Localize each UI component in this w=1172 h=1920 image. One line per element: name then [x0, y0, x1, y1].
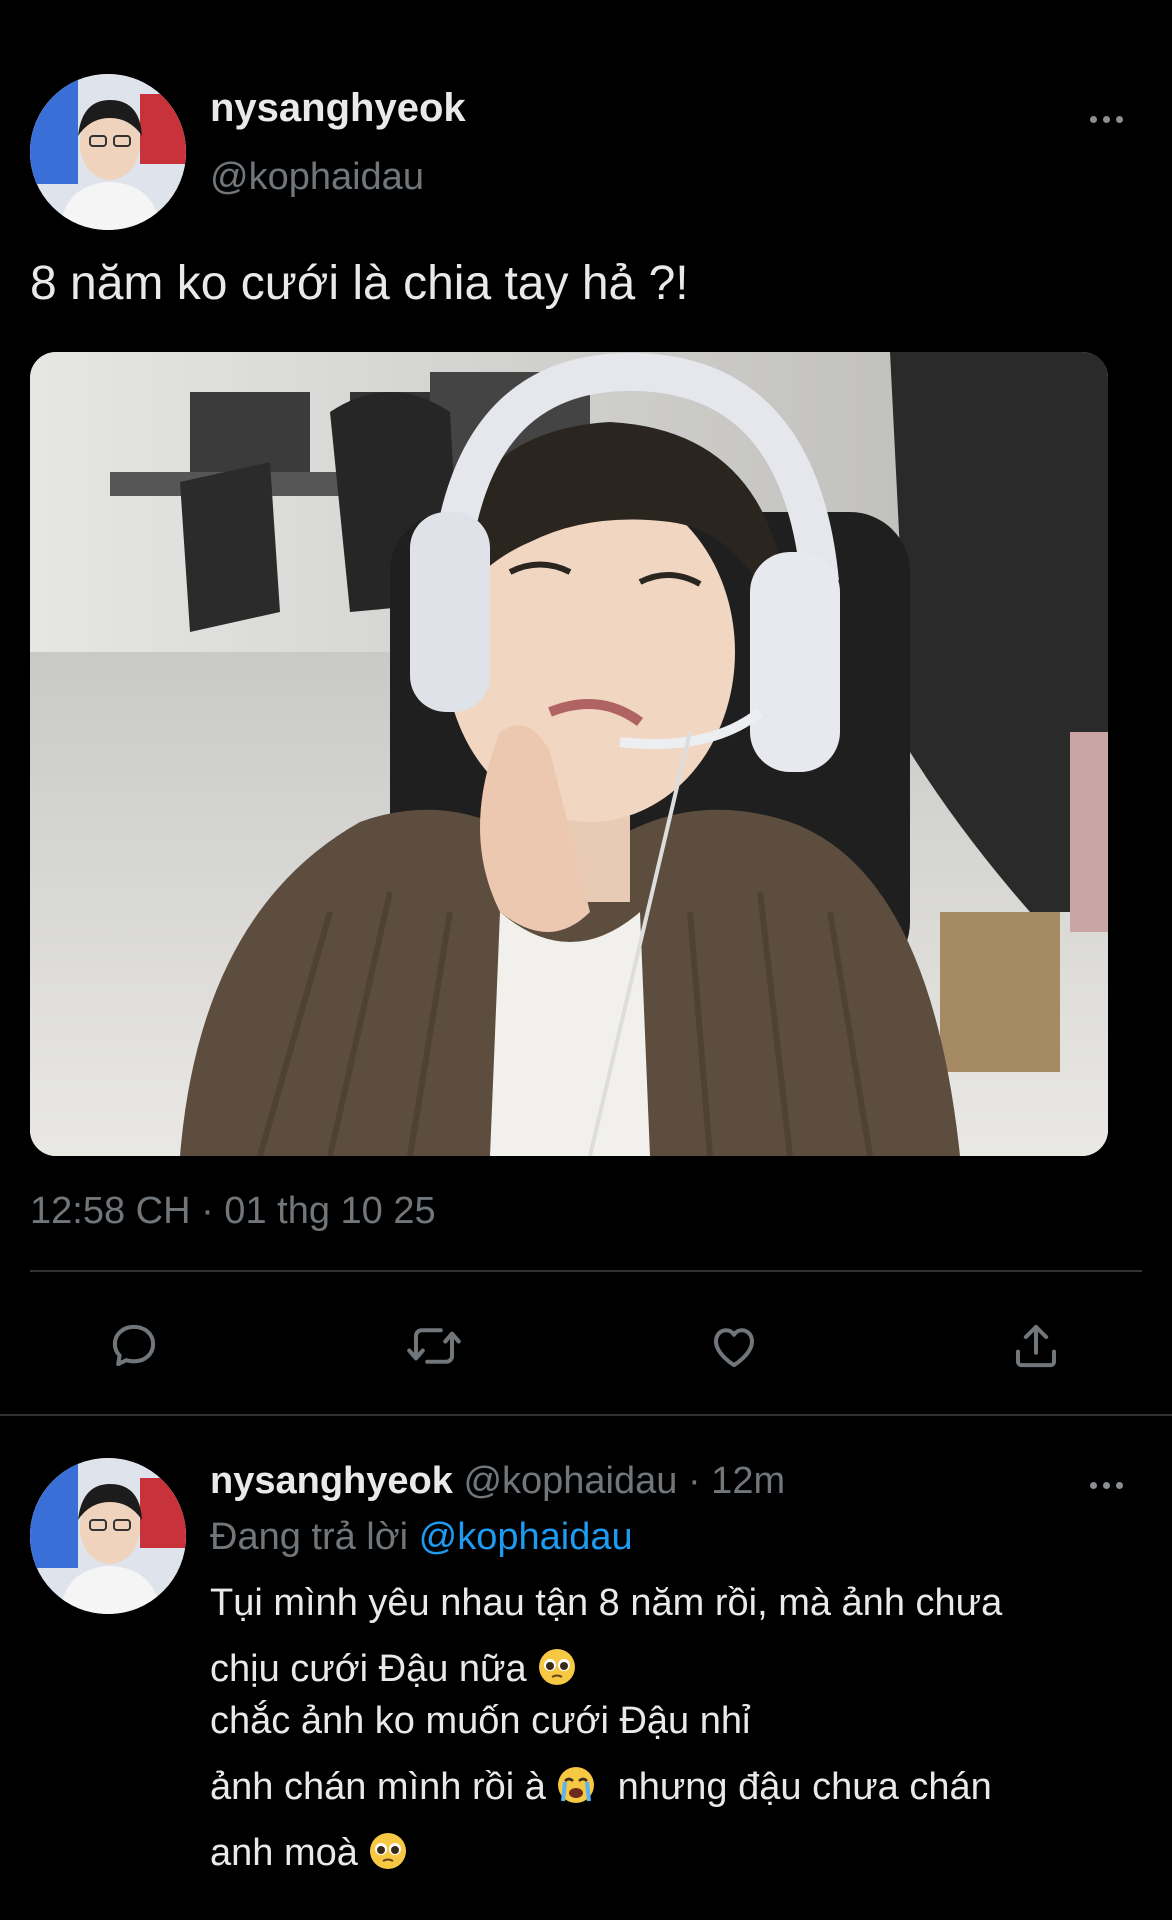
reply-time[interactable]: · 12m	[688, 1460, 785, 1502]
tweet-media[interactable]	[30, 352, 1108, 1156]
like-icon	[713, 1328, 755, 1368]
avatar-image	[30, 74, 186, 230]
more-horizontal-icon[interactable]	[1090, 116, 1123, 123]
divider	[30, 1270, 1142, 1272]
retweet-icon	[407, 1328, 461, 1364]
reply-handle[interactable]: @kophaidau	[463, 1460, 677, 1502]
author-handle[interactable]: @kophaidau	[210, 156, 424, 199]
like-button[interactable]	[704, 1316, 764, 1376]
crying-face-icon	[558, 1767, 595, 1803]
reply-line: anh moà	[210, 1820, 1150, 1886]
reply-line: chắc ảnh ko muốn cưới Đậu nhỉ	[210, 1700, 751, 1742]
share-icon	[1015, 1324, 1057, 1368]
share-button[interactable]	[1006, 1316, 1066, 1376]
replying-to-label: Đang trả lời	[210, 1516, 409, 1558]
reply-header: nysanghyeok @kophaidau · 12m	[210, 1460, 785, 1503]
tweet-timestamp[interactable]: 12:58 CH · 01 thg 10 25	[30, 1190, 436, 1233]
tweet-text: 8 năm ko cưới là chia tay hả ?!	[30, 257, 689, 310]
divider	[0, 1414, 1172, 1416]
reply-author-avatar[interactable]	[30, 1458, 186, 1614]
retweet-button[interactable]	[404, 1316, 464, 1376]
reply-icon	[112, 1324, 156, 1367]
replying-to: Đang trả lời @kophaidau	[210, 1516, 633, 1559]
avatar-image	[30, 1458, 186, 1614]
reply-display-name[interactable]: nysanghyeok	[210, 1460, 453, 1502]
reply-line: Tụi mình yêu nhau tận 8 năm rồi, mà ảnh …	[210, 1582, 1003, 1624]
reply-line: ảnh chán mình rồi à nhưng đậu chưa chán	[210, 1766, 992, 1808]
author-display-name[interactable]: nysanghyeok	[210, 86, 466, 131]
pleading-face-icon	[539, 1649, 576, 1685]
more-horizontal-icon[interactable]	[1090, 1482, 1123, 1489]
author-avatar[interactable]	[30, 74, 186, 230]
reply-button[interactable]	[104, 1316, 164, 1376]
pleading-face-icon	[370, 1833, 407, 1869]
replying-to-handle[interactable]: @kophaidau	[419, 1516, 633, 1558]
tweet-media-photo	[30, 352, 1108, 1156]
reply-text: Tụi mình yêu nhau tận 8 năm rồi, mà ảnh …	[210, 1570, 1150, 1886]
